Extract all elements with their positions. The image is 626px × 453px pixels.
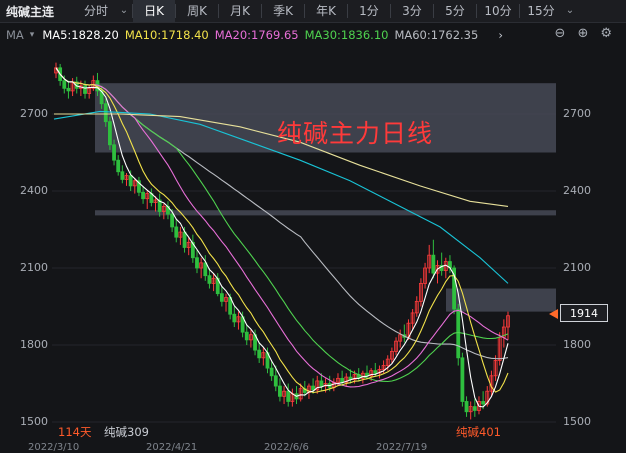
last-price-marker-icon xyxy=(549,309,558,319)
candle-body xyxy=(278,385,282,397)
y-tick-left: 2400 xyxy=(20,184,48,197)
candle-body xyxy=(456,308,461,359)
candle-body xyxy=(203,262,208,277)
candle-body xyxy=(311,385,316,391)
y-tick-left: 2100 xyxy=(20,261,48,274)
candle-body xyxy=(112,144,116,161)
candle-body xyxy=(62,80,67,89)
candle-body xyxy=(431,254,436,274)
contract-label-right: 纯碱401 xyxy=(456,425,501,439)
candle-body xyxy=(141,191,145,200)
candle-body xyxy=(269,367,274,377)
candle-body xyxy=(464,401,469,413)
y-tick-right: 2100 xyxy=(563,261,591,274)
y-tick-right: 2700 xyxy=(563,107,591,120)
candle-body xyxy=(219,293,224,302)
candle-body xyxy=(472,406,477,411)
kline-chart[interactable] xyxy=(0,0,626,448)
y-tick-right: 1500 xyxy=(563,415,591,428)
candle-body xyxy=(481,401,486,405)
candle-body xyxy=(170,213,175,228)
y-tick-right: 2400 xyxy=(563,184,591,197)
contract-label-left: 纯碱309 xyxy=(104,425,149,439)
days-count: 114天 xyxy=(58,425,92,439)
y-tick-left: 1800 xyxy=(20,338,48,351)
candle-body xyxy=(108,121,112,146)
last-price-tag: 1914 xyxy=(560,304,608,322)
candle-body xyxy=(195,257,199,269)
chart-title: 纯碱主力日线 xyxy=(277,119,434,148)
candle-body xyxy=(257,349,262,359)
candle-body xyxy=(66,87,71,92)
candle-body xyxy=(232,313,237,323)
y-tick-left: 1500 xyxy=(20,415,48,428)
candle-body xyxy=(207,275,212,284)
y-tick-right: 1800 xyxy=(563,338,591,351)
candle-body xyxy=(83,85,87,94)
candle-body xyxy=(120,171,125,180)
candle-body xyxy=(116,159,121,173)
candle-body xyxy=(340,377,345,383)
candle-body xyxy=(182,231,187,248)
candle-body xyxy=(319,380,324,387)
candle-body xyxy=(244,331,249,341)
candle-body xyxy=(460,357,465,402)
candle-body xyxy=(286,390,291,402)
candle-body xyxy=(273,375,278,387)
candle-body xyxy=(373,370,378,374)
candle-body xyxy=(128,175,133,187)
candle-body xyxy=(174,226,179,238)
y-tick-left: 2700 xyxy=(20,107,48,120)
candle-body xyxy=(103,103,108,123)
